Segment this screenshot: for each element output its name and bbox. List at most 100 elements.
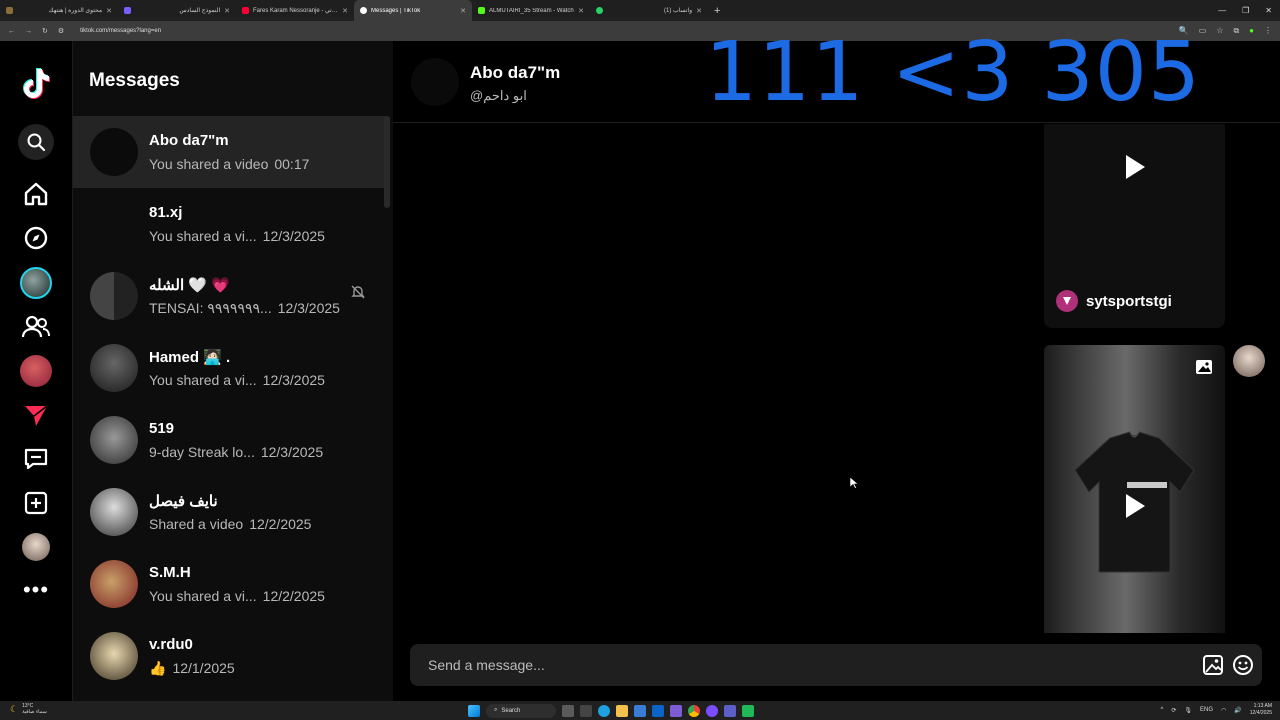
close-window-icon[interactable]: ✕ [1265, 6, 1272, 15]
preview-time: 00:17 [274, 156, 310, 172]
search-icon: ⌕ [494, 707, 498, 713]
tray-chevron-icon[interactable]: ^ [1161, 707, 1164, 713]
avatar [90, 560, 138, 608]
conversation-item[interactable]: 519 9-day Streak lo... 12/3/2025 [73, 404, 386, 476]
conversation-item[interactable]: Abo da7"m You shared a video 00:17 [73, 116, 386, 188]
edge-icon[interactable] [598, 704, 610, 717]
conversation-preview: You shared a video 00:17 [149, 156, 309, 172]
task-view-icon[interactable] [580, 704, 592, 717]
conversation-item[interactable]: 81.xj You shared a vi... 12/3/2025 [73, 188, 386, 260]
profile-icon[interactable]: ● [1249, 26, 1254, 36]
back-icon[interactable]: ← [8, 28, 15, 35]
browser-tab-2[interactable]: Fares Karam Nessoranje - بنوتي ✕ [236, 0, 354, 21]
conversation-item[interactable]: نايف فيصل Shared a video 12/2/2025 [73, 476, 386, 548]
taskbar-search[interactable]: ⌕ Search [486, 703, 556, 718]
menu-dots-icon[interactable]: ⋮ [1264, 26, 1272, 36]
explore-compass-icon[interactable] [18, 220, 54, 256]
widgets-icon[interactable] [562, 704, 574, 717]
home-icon[interactable] [18, 176, 54, 212]
preview-text: You shared a vi... [149, 228, 257, 244]
url-field[interactable]: tiktok.com/messages?lang=en [80, 28, 161, 34]
friends-icon[interactable] [18, 309, 54, 345]
preview-time: 12/3/2025 [277, 300, 340, 316]
video-play-icon[interactable] [1124, 493, 1146, 524]
tab-favicon [360, 7, 367, 14]
tab-close-icon[interactable]: ✕ [578, 7, 584, 15]
upload-plus-icon[interactable] [18, 485, 54, 521]
conversation-item[interactable]: v.rdu0 👍 12/1/2025 [73, 620, 386, 692]
shared-card-author[interactable]: sytsportstgi [1056, 290, 1172, 312]
tab-label: Messages | TikTok [371, 7, 421, 14]
shared-video-message[interactable] [1044, 345, 1225, 633]
weather-desc: سماء صافية [22, 709, 47, 715]
windows-start-icon[interactable] [468, 704, 480, 717]
emoji-icon[interactable] [1232, 654, 1254, 676]
conversation-item[interactable]: S.M.H You shared a vi... 12/2/2025 [73, 548, 386, 620]
copilot-icon[interactable] [670, 704, 682, 717]
browser-tab-1[interactable]: النموذج السادس ✕ [118, 0, 236, 21]
preview-time: 12/2/2025 [249, 516, 312, 532]
search-icon[interactable] [18, 124, 54, 160]
conversation-name: v.rdu0 [149, 636, 193, 653]
tab-close-icon[interactable]: ✕ [460, 7, 466, 15]
browser-tab-3[interactable]: Messages | TikTok ✕ [354, 0, 472, 21]
extensions-icon[interactable]: ⧉ [1233, 26, 1239, 36]
attach-image-icon[interactable] [1202, 654, 1224, 676]
teams-icon[interactable] [724, 704, 736, 717]
browser-tab-0[interactable]: محتوى الدورة | هنتهك ✕ [0, 0, 118, 21]
tab-close-icon[interactable]: ✕ [224, 7, 230, 15]
conversation-item[interactable]: الشله 🤍 💗 TENSAI: ٩٩٩٩٩٩٩... 12/3/2025 [73, 260, 386, 332]
chat-contact-name[interactable]: Abo da7"m [470, 63, 560, 83]
weather-widget[interactable]: ☾ 13°C سماء صافية [10, 703, 47, 715]
reload-icon[interactable]: ↻ [42, 27, 48, 35]
conversation-scrollbar[interactable] [384, 116, 390, 208]
file-explorer-icon[interactable] [616, 704, 628, 717]
play-icon[interactable] [1124, 154, 1146, 185]
tray-sync-icon[interactable]: ⟳ [1171, 707, 1176, 714]
outlook-icon[interactable] [652, 704, 664, 717]
forward-icon[interactable]: → [25, 28, 32, 35]
site-info-icon[interactable]: ⚙ [58, 27, 64, 35]
profile-avatar-icon[interactable] [18, 529, 54, 565]
chat-avatar[interactable] [411, 58, 459, 106]
conversation-item[interactable]: Hamed 🧑🏻‍💻 . You shared a vi... 12/3/2025 [73, 332, 386, 404]
store-icon[interactable] [634, 704, 646, 717]
more-dots-icon[interactable]: ••• [18, 572, 54, 608]
volume-icon[interactable]: 🔊 [1234, 707, 1241, 714]
conversation-list: Abo da7"m You shared a video 00:17 81.xj … [73, 116, 386, 692]
messages-send-icon[interactable] [18, 398, 54, 434]
conversation-name: 519 [149, 420, 175, 437]
tab-close-icon[interactable]: ✕ [696, 7, 702, 15]
wifi-icon[interactable]: ◠ [1221, 707, 1226, 714]
messenger-icon[interactable] [706, 704, 718, 717]
tab-close-icon[interactable]: ✕ [342, 7, 348, 15]
minimize-icon[interactable]: — [1218, 6, 1226, 15]
restore-icon[interactable]: ❐ [1242, 6, 1249, 15]
browser-tab-5[interactable]: (1) واتساب ✕ [590, 0, 708, 21]
message-input[interactable] [428, 644, 1128, 686]
conversation-name: S.M.H [149, 564, 191, 581]
preview-text: TENSAI: ٩٩٩٩٩٩٩... [149, 300, 272, 316]
media-gallery-icon[interactable] [1195, 359, 1213, 380]
avatar [90, 488, 138, 536]
activity-inbox-icon[interactable] [18, 441, 54, 477]
clock[interactable]: 1:13 AM 12/4/2025 [1250, 703, 1272, 717]
tab-favicon [596, 7, 603, 14]
tiktok-logo-icon[interactable] [18, 65, 54, 101]
chrome-icon[interactable] [688, 704, 700, 717]
live-avatar-icon[interactable] [18, 353, 54, 389]
browser-tab-4[interactable]: ALMUTAIRI_35 Stream - Watch ✕ [472, 0, 590, 21]
avatar [90, 344, 138, 392]
bookmark-star-icon[interactable]: ☆ [1216, 26, 1223, 36]
shared-video-card[interactable]: sytsportstgi [1044, 124, 1225, 328]
following-avatar-icon[interactable] [18, 265, 54, 301]
new-tab-button[interactable]: + [714, 5, 720, 17]
green-app-icon[interactable] [742, 704, 754, 717]
sender-avatar[interactable] [1233, 345, 1265, 377]
weather-moon-icon: ☾ [10, 704, 19, 714]
tray-lang[interactable]: ENG [1200, 707, 1213, 713]
preview-text: You shared a video [149, 156, 269, 172]
tab-close-icon[interactable]: ✕ [106, 7, 112, 15]
conversations-panel: Messages Abo da7"m You shared a video 00:… [73, 41, 393, 701]
tray-mic-icon[interactable]: 🎙 [1184, 707, 1192, 714]
